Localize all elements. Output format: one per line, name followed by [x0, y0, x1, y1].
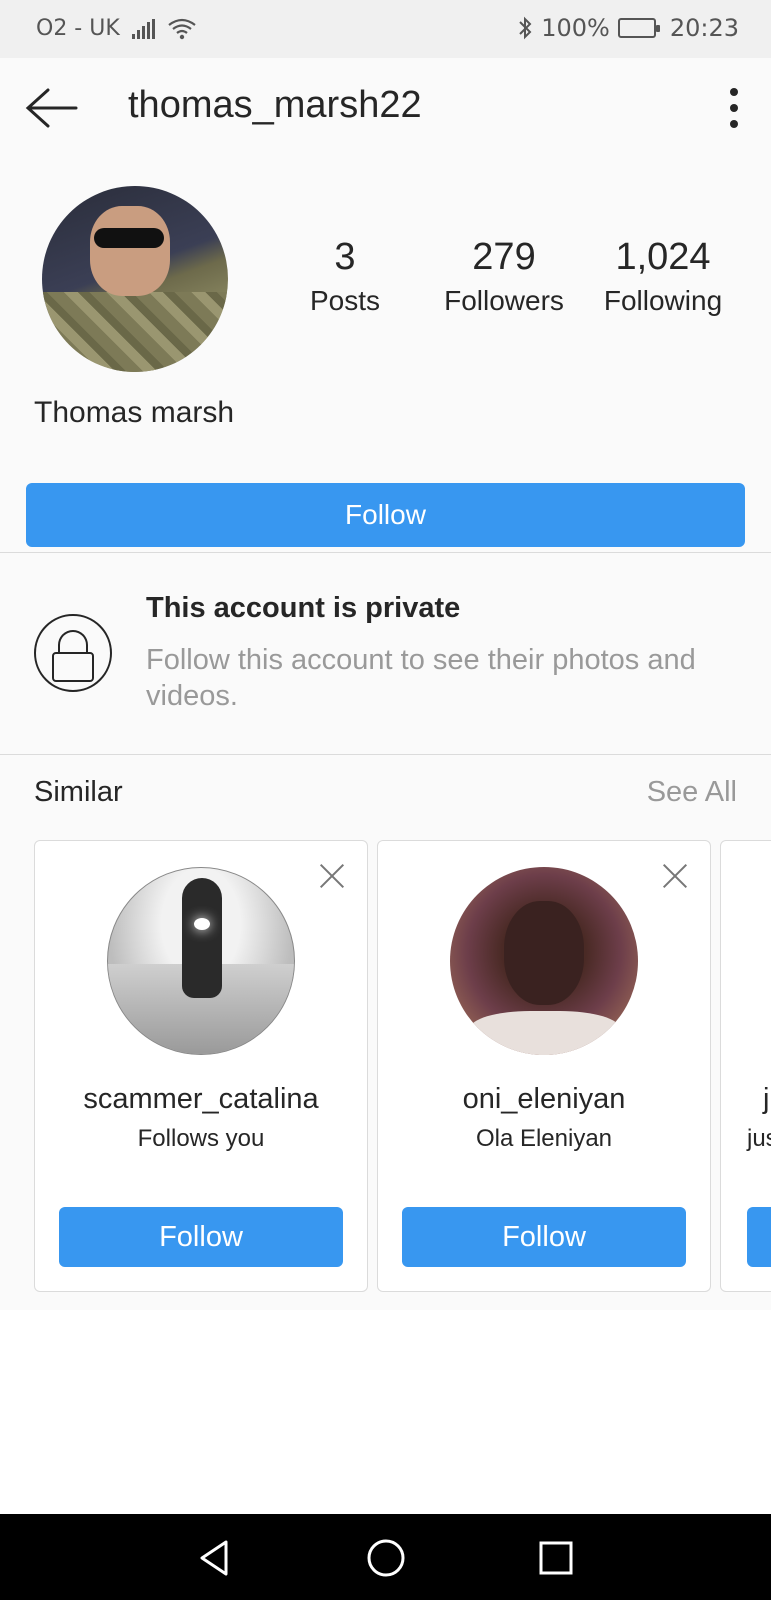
similar-heading: Similar: [34, 776, 123, 808]
suggestion-username[interactable]: j: [763, 1083, 769, 1116]
nav-home-icon[interactable]: [364, 1536, 408, 1580]
suggestion-card-partial[interactable]: j jus: [720, 840, 771, 1292]
suggestion-subtitle: Follows you: [137, 1125, 265, 1152]
close-icon[interactable]: [319, 863, 345, 889]
page-title: thomas_marsh22: [128, 84, 422, 126]
clock: 20:23: [669, 14, 739, 42]
profile-avatar[interactable]: [42, 186, 228, 372]
profile-full-name: Thomas marsh: [34, 396, 235, 429]
stat-following[interactable]: 1,024 Following: [592, 236, 734, 317]
suggestion-username[interactable]: oni_eleniyan: [378, 1083, 710, 1116]
system-nav-bar: [0, 1514, 771, 1600]
bluetooth-icon: [519, 16, 532, 40]
nav-back-icon[interactable]: [192, 1536, 236, 1580]
follow-button[interactable]: Follow: [26, 483, 745, 547]
suggestion-card[interactable]: oni_eleniyan Ola Eleniyan Follow: [377, 840, 711, 1292]
signal-icon: [131, 18, 155, 39]
suggestion-subtitle: Ola Eleniyan: [475, 1125, 613, 1152]
suggestion-card[interactable]: scammer_catalina Follows you Follow: [34, 840, 368, 1292]
suggestion-avatar[interactable]: [107, 867, 295, 1055]
posts-count: 3: [334, 236, 356, 278]
suggestion-subtitle: jus: [747, 1125, 771, 1152]
carrier-label: O2 - UK: [36, 16, 120, 41]
see-all-link[interactable]: See All: [647, 776, 737, 809]
suggestion-follow-button[interactable]: [747, 1207, 771, 1267]
private-description: Follow this account to see their photos …: [146, 644, 696, 712]
more-options-icon[interactable]: [727, 88, 741, 128]
profile-header: thomas_marsh22: [0, 58, 771, 158]
following-count: 1,024: [615, 236, 711, 278]
battery-percent: 100%: [541, 14, 610, 42]
followers-label: Followers: [444, 285, 564, 316]
wifi-icon: [168, 18, 196, 39]
lock-icon: [34, 614, 112, 692]
posts-label: Posts: [309, 285, 381, 316]
following-label: Following: [603, 285, 723, 316]
suggestion-follow-button[interactable]: Follow: [402, 1207, 686, 1267]
suggestion-avatar[interactable]: [450, 867, 638, 1055]
nav-recents-icon[interactable]: [534, 1536, 578, 1580]
status-bar: O2 - UK 100% 20:23: [0, 0, 771, 58]
divider: [0, 754, 771, 755]
divider: [0, 552, 771, 553]
private-title: This account is private: [146, 592, 461, 624]
suggestion-username[interactable]: scammer_catalina: [35, 1083, 367, 1116]
back-arrow-icon[interactable]: [24, 86, 80, 130]
stat-followers[interactable]: 279 Followers: [434, 236, 574, 317]
suggestion-follow-button[interactable]: Follow: [59, 1207, 343, 1267]
empty-area: [0, 1310, 771, 1514]
stat-posts[interactable]: 3 Posts: [300, 236, 390, 317]
status-right: 100% 20:23: [517, 14, 739, 42]
battery-icon: [617, 18, 660, 38]
close-icon[interactable]: [662, 863, 688, 889]
followers-count: 279: [472, 236, 536, 278]
status-left: O2 - UK: [36, 16, 197, 41]
